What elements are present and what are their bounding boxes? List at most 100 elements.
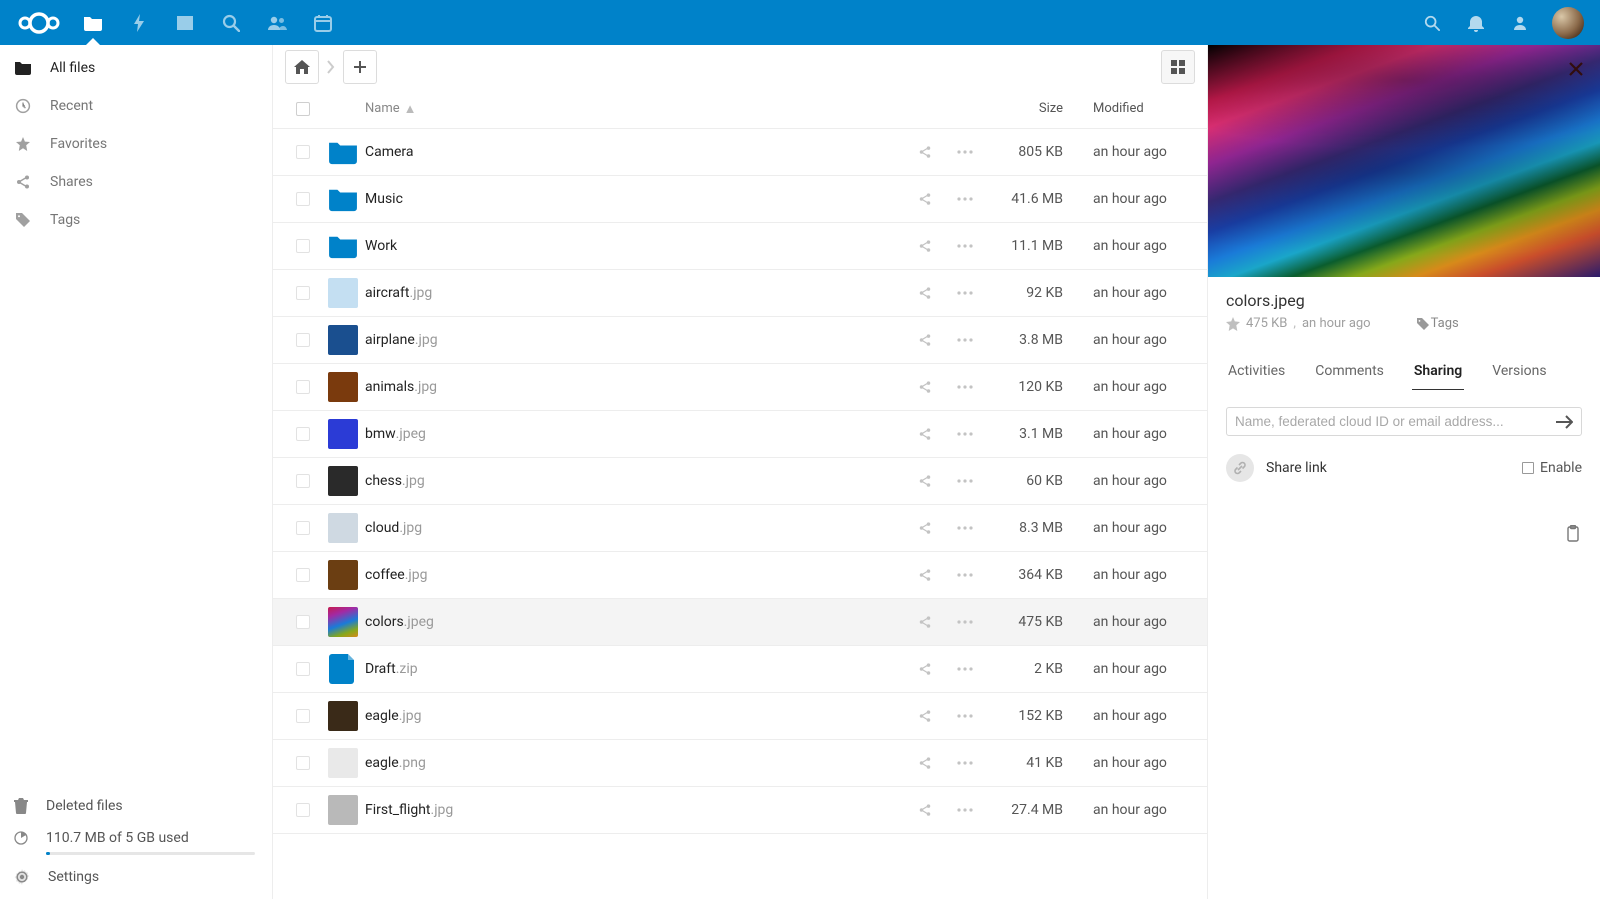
file-more-button[interactable]: [945, 808, 985, 812]
sidebar-item-favorites[interactable]: Favorites: [0, 125, 271, 163]
file-more-button[interactable]: [945, 338, 985, 342]
file-share-button[interactable]: [905, 286, 945, 300]
file-row[interactable]: chess.jpg60 KBan hour ago: [273, 458, 1207, 505]
app-files-icon[interactable]: [70, 0, 116, 45]
file-more-button[interactable]: [945, 761, 985, 765]
file-more-button[interactable]: [945, 291, 985, 295]
grid-view-toggle[interactable]: [1161, 50, 1195, 84]
file-share-button[interactable]: [905, 803, 945, 817]
sidebar-item-shares[interactable]: Shares: [0, 163, 271, 201]
file-row[interactable]: bmw.jpeg3.1 MBan hour ago: [273, 411, 1207, 458]
file-modified: an hour ago: [1069, 332, 1195, 348]
file-row-checkbox[interactable]: [296, 756, 310, 770]
file-share-button[interactable]: [905, 474, 945, 488]
tags-link[interactable]: Tags: [1417, 316, 1459, 331]
search-icon[interactable]: [1412, 0, 1452, 45]
sort-by-name[interactable]: Name ▲: [365, 101, 905, 117]
file-more-button[interactable]: [945, 573, 985, 577]
file-share-button[interactable]: [905, 145, 945, 159]
file-more-button[interactable]: [945, 714, 985, 718]
favorite-toggle[interactable]: [1226, 317, 1240, 331]
file-row-checkbox[interactable]: [296, 615, 310, 629]
app-contacts-icon[interactable]: [254, 0, 300, 45]
file-row[interactable]: Music41.6 MBan hour ago: [273, 176, 1207, 223]
file-more-button[interactable]: [945, 432, 985, 436]
share-submit-button[interactable]: [1555, 415, 1573, 429]
file-row[interactable]: colors.jpeg475 KBan hour ago: [273, 599, 1207, 646]
file-row-checkbox[interactable]: [296, 380, 310, 394]
file-more-button[interactable]: [945, 620, 985, 624]
file-share-button[interactable]: [905, 662, 945, 676]
logo[interactable]: [8, 6, 70, 40]
file-share-button[interactable]: [905, 192, 945, 206]
file-row-checkbox[interactable]: [296, 521, 310, 535]
select-all-checkbox[interactable]: [296, 102, 310, 116]
sidebar-item-tags[interactable]: Tags: [0, 201, 271, 239]
close-details-button[interactable]: [1562, 55, 1590, 83]
file-size: 3.8 MB: [985, 332, 1069, 348]
file-modified: an hour ago: [1069, 285, 1195, 301]
file-row-checkbox[interactable]: [296, 474, 310, 488]
sidebar-item-label: Recent: [50, 98, 93, 114]
file-row[interactable]: animals.jpg120 KBan hour ago: [273, 364, 1207, 411]
deleted-files-link[interactable]: Deleted files: [0, 790, 271, 822]
tab-sharing[interactable]: Sharing: [1412, 355, 1464, 390]
tab-comments[interactable]: Comments: [1313, 355, 1386, 390]
app-gallery-icon[interactable]: [162, 0, 208, 45]
file-share-button[interactable]: [905, 709, 945, 723]
file-row-checkbox[interactable]: [296, 239, 310, 253]
app-activity-icon[interactable]: [116, 0, 162, 45]
sort-by-size[interactable]: Size: [985, 101, 1069, 116]
app-search-icon[interactable]: [208, 0, 254, 45]
sort-by-modified[interactable]: Modified: [1069, 101, 1195, 116]
file-more-button[interactable]: [945, 667, 985, 671]
file-row[interactable]: coffee.jpg364 KBan hour ago: [273, 552, 1207, 599]
copy-link-button[interactable]: [1564, 525, 1582, 543]
file-share-button[interactable]: [905, 756, 945, 770]
file-more-button[interactable]: [945, 526, 985, 530]
file-row[interactable]: Draft.zip2 KBan hour ago: [273, 646, 1207, 693]
file-share-button[interactable]: [905, 333, 945, 347]
file-more-button[interactable]: [945, 197, 985, 201]
file-share-button[interactable]: [905, 615, 945, 629]
share-link-enable-toggle[interactable]: Enable: [1522, 460, 1582, 476]
settings-link[interactable]: Settings: [0, 861, 271, 893]
avatar[interactable]: [1552, 7, 1584, 39]
tab-activities[interactable]: Activities: [1226, 355, 1287, 390]
sidebar-item-recent[interactable]: Recent: [0, 87, 271, 125]
file-share-button[interactable]: [905, 427, 945, 441]
file-row-checkbox[interactable]: [296, 662, 310, 676]
file-row[interactable]: First_flight.jpg27.4 MBan hour ago: [273, 787, 1207, 834]
file-share-button[interactable]: [905, 568, 945, 582]
tab-versions[interactable]: Versions: [1490, 355, 1548, 390]
file-share-button[interactable]: [905, 380, 945, 394]
file-row[interactable]: eagle.png41 KBan hour ago: [273, 740, 1207, 787]
file-more-button[interactable]: [945, 150, 985, 154]
file-row-checkbox[interactable]: [296, 568, 310, 582]
file-row-checkbox[interactable]: [296, 427, 310, 441]
file-share-button[interactable]: [905, 521, 945, 535]
file-row-checkbox[interactable]: [296, 803, 310, 817]
file-row-checkbox[interactable]: [296, 286, 310, 300]
file-more-button[interactable]: [945, 244, 985, 248]
share-with-input[interactable]: [1235, 414, 1549, 429]
file-row[interactable]: Work11.1 MBan hour ago: [273, 223, 1207, 270]
file-row-checkbox[interactable]: [296, 333, 310, 347]
file-share-button[interactable]: [905, 239, 945, 253]
file-row[interactable]: eagle.jpg152 KBan hour ago: [273, 693, 1207, 740]
file-row-checkbox[interactable]: [296, 192, 310, 206]
file-row-checkbox[interactable]: [296, 709, 310, 723]
breadcrumb-home-button[interactable]: [285, 50, 319, 84]
file-row[interactable]: cloud.jpg8.3 MBan hour ago: [273, 505, 1207, 552]
contacts-menu-icon[interactable]: [1500, 0, 1540, 45]
file-row[interactable]: airplane.jpg3.8 MBan hour ago: [273, 317, 1207, 364]
sidebar-item-all-files[interactable]: All files: [0, 49, 271, 87]
notifications-icon[interactable]: [1456, 0, 1496, 45]
new-button[interactable]: [343, 50, 377, 84]
file-row[interactable]: Camera805 KBan hour ago: [273, 129, 1207, 176]
file-more-button[interactable]: [945, 479, 985, 483]
file-more-button[interactable]: [945, 385, 985, 389]
file-row[interactable]: aircraft.jpg92 KBan hour ago: [273, 270, 1207, 317]
file-row-checkbox[interactable]: [296, 145, 310, 159]
app-calendar-icon[interactable]: [300, 0, 346, 45]
